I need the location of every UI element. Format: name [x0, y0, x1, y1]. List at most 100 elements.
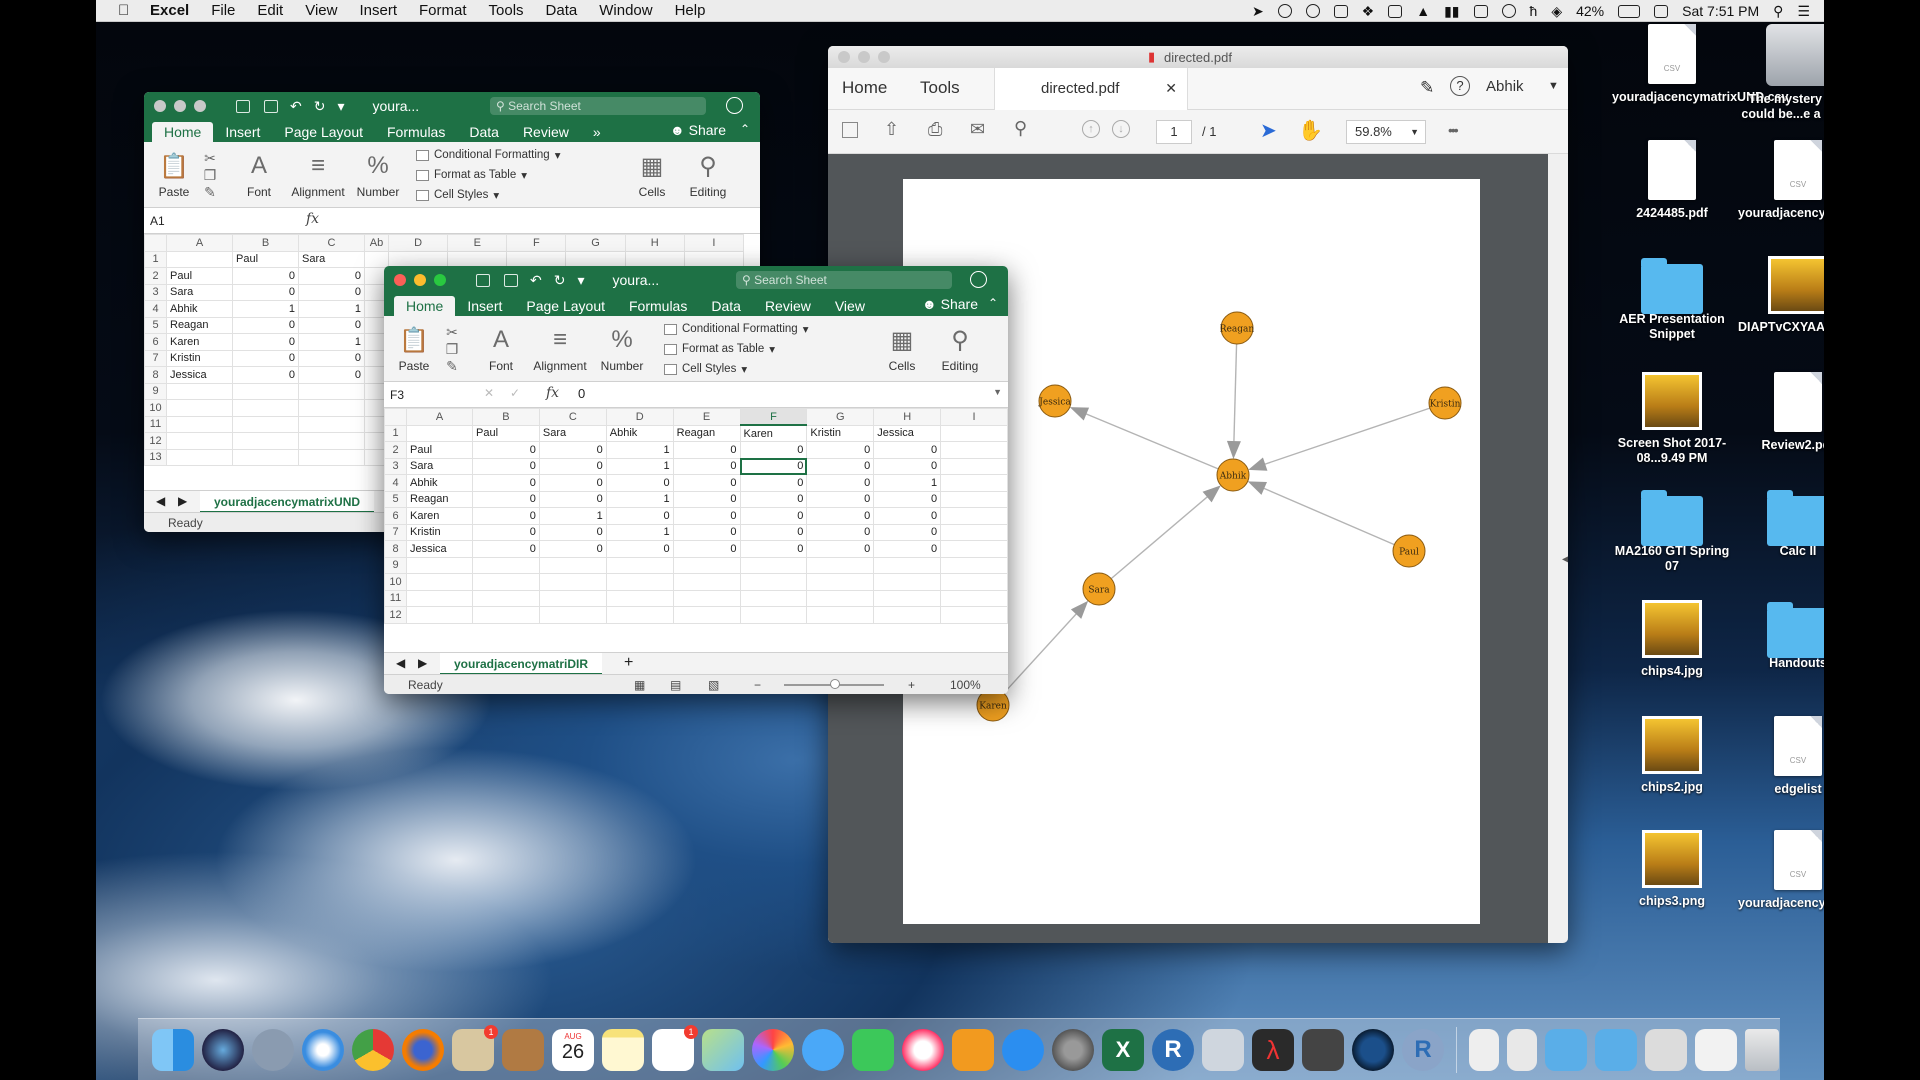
cell[interactable]: 0 [232, 316, 299, 334]
format-painter-icon[interactable]: ✎ [200, 184, 220, 201]
cell[interactable]: 0 [298, 316, 365, 334]
cell[interactable]: 0 [873, 507, 942, 525]
chrome-icon[interactable] [352, 1028, 394, 1071]
dropbox-icon[interactable]: ❖ [1362, 3, 1375, 20]
cell[interactable] [940, 507, 1008, 525]
cell[interactable]: Abhik [605, 424, 674, 442]
undo-icon[interactable]: ↶ [530, 272, 542, 289]
cell[interactable]: 0 [472, 474, 540, 492]
column-header[interactable]: C [298, 234, 365, 252]
cell[interactable] [873, 589, 942, 607]
cell[interactable] [166, 382, 233, 400]
page-number-input[interactable]: 1 [1156, 120, 1192, 144]
maps-icon[interactable] [702, 1028, 744, 1071]
cell[interactable] [166, 432, 233, 450]
zoom-level[interactable]: 100% [950, 675, 981, 694]
cell[interactable] [940, 457, 1008, 475]
editing-group[interactable]: ⚲ Editing [932, 324, 988, 374]
format-as-table-button[interactable]: Format as Table ▾ [664, 342, 775, 356]
cell[interactable]: 0 [672, 507, 741, 525]
next-sheet-icon[interactable]: ▶ [178, 494, 187, 508]
collapse-ribbon-icon[interactable]: ⌃ [988, 296, 998, 310]
cell[interactable]: Abhik [166, 300, 233, 318]
cell[interactable] [298, 415, 365, 433]
cell[interactable] [940, 441, 1008, 459]
cell[interactable] [672, 589, 741, 607]
cell[interactable]: 0 [472, 490, 540, 508]
row-header[interactable]: 5 [144, 316, 167, 334]
finder-icon[interactable] [152, 1028, 194, 1071]
cell[interactable]: 0 [739, 441, 808, 459]
zoom-button[interactable] [878, 51, 890, 63]
cell[interactable]: 1 [605, 457, 674, 475]
name-box[interactable]: A1 [150, 212, 165, 230]
expand-formula-icon[interactable]: ▼ [993, 387, 1002, 397]
cell[interactable]: 0 [739, 490, 808, 508]
alignment-group[interactable]: ≡ Alignment [530, 324, 590, 373]
cell[interactable] [940, 540, 1008, 558]
font-group[interactable]: A Font [478, 324, 524, 373]
battery-percent[interactable]: 42% [1576, 3, 1604, 19]
column-header[interactable]: I [940, 408, 1008, 426]
desktop-item[interactable]: Calc II [1738, 488, 1824, 559]
cell[interactable]: 0 [806, 523, 875, 541]
format-painter-icon[interactable]: ✎ [442, 358, 462, 375]
cell[interactable] [739, 556, 808, 574]
row-header[interactable]: 7 [384, 523, 407, 541]
column-header[interactable]: F [506, 234, 567, 252]
cell[interactable] [605, 589, 674, 607]
menu-window[interactable]: Window [599, 2, 652, 19]
printer-icon[interactable] [1388, 4, 1403, 18]
column-header-selected[interactable]: F [739, 408, 808, 426]
cell[interactable]: 0 [672, 540, 741, 558]
cell[interactable]: Paul [472, 424, 540, 442]
row-header[interactable]: 10 [144, 399, 167, 417]
desktop-item[interactable]: Screen Shot 2017-08...9.49 PM [1612, 372, 1732, 466]
row-header[interactable]: 7 [144, 349, 167, 367]
cell[interactable] [538, 589, 607, 607]
notification-center-icon[interactable]: ☰ [1797, 3, 1810, 20]
cell[interactable]: 0 [739, 523, 808, 541]
screenshot-stack-icon[interactable] [1645, 1028, 1687, 1071]
normal-view-icon[interactable]: ▦ [634, 675, 645, 694]
column-header[interactable]: E [447, 234, 508, 252]
cell[interactable] [873, 606, 942, 624]
formula-input[interactable]: 0 [578, 386, 585, 401]
reminders-icon[interactable]: 1 [652, 1024, 698, 1071]
cell[interactable]: 0 [806, 490, 875, 508]
fx-icon[interactable]: fx [546, 385, 559, 401]
close-button[interactable] [394, 274, 406, 286]
launchpad-icon[interactable] [252, 1028, 294, 1071]
row-header[interactable]: 11 [384, 589, 407, 607]
cell[interactable]: 0 [672, 441, 741, 459]
cell[interactable]: 0 [873, 540, 942, 558]
cell[interactable] [672, 573, 741, 591]
excel-icon[interactable]: X [1102, 1028, 1144, 1071]
zoom-select[interactable]: 59.8% ▼ [1346, 120, 1426, 144]
ibooks-icon[interactable] [952, 1028, 994, 1071]
cell[interactable] [232, 448, 299, 466]
cell[interactable] [940, 490, 1008, 508]
redo-icon[interactable]: ↻ [314, 98, 326, 115]
desktop-item[interactable]: CSV edgelist [1738, 716, 1824, 797]
cell[interactable]: 1 [538, 507, 607, 525]
cell[interactable] [406, 589, 473, 607]
cell[interactable] [940, 556, 1008, 574]
cell[interactable]: 0 [538, 540, 607, 558]
more-tools-icon[interactable]: ••• [1448, 122, 1459, 138]
cells-group[interactable]: ▦ Cells [882, 324, 922, 374]
cell[interactable]: Jessica [166, 366, 233, 384]
notes-icon[interactable] [602, 1028, 644, 1071]
desktop-item[interactable]: 2424485.pdf [1612, 140, 1732, 221]
sidebar-icon[interactable] [476, 273, 490, 287]
column-header[interactable]: D [605, 408, 674, 426]
cell[interactable] [940, 523, 1008, 541]
desktop-item[interactable]: chips2.jpg [1612, 716, 1732, 795]
cut-copy-group[interactable]: ✂ ❐ ✎ [442, 324, 462, 375]
row-header[interactable]: 2 [384, 441, 407, 459]
copy-icon[interactable]: ❐ [442, 341, 462, 358]
rstudio-icon[interactable]: R [1402, 1028, 1444, 1071]
column-header[interactable]: Ab [364, 234, 389, 252]
cell[interactable]: Sara [406, 457, 473, 475]
select-all-corner[interactable] [384, 408, 407, 426]
